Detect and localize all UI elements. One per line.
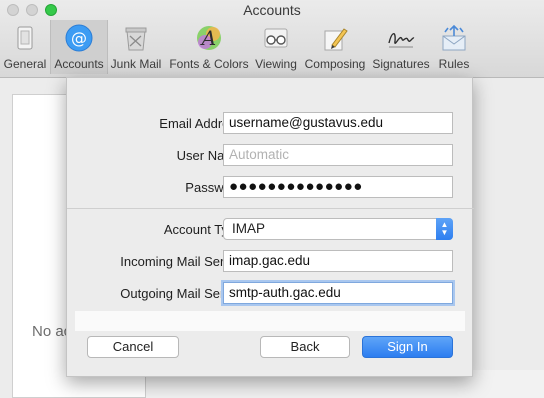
outgoing-server-field[interactable]: smtp-auth.gac.edu: [223, 282, 453, 304]
toolbar-general[interactable]: General: [2, 20, 48, 74]
pencil-icon: [324, 28, 348, 51]
select-stepper-icon: ▲ ▼: [436, 218, 453, 240]
toolbar-accounts-label: Accounts: [54, 57, 104, 71]
toolbar-composing-label: Composing: [304, 57, 366, 71]
toolbar-fonts-colors[interactable]: A Fonts & Colors: [166, 20, 252, 74]
svg-text:A: A: [200, 26, 216, 50]
add-account-sheet: Email Address: username@gustavus.edu Use…: [66, 77, 474, 377]
incoming-server-row: Incoming Mail Server: imap.gac.edu: [67, 250, 474, 274]
incoming-server-field[interactable]: imap.gac.edu: [223, 250, 453, 272]
outgoing-server-row: Outgoing Mail Server: smtp-auth.gac.edu: [67, 282, 474, 306]
account-type-row: Account Type: IMAP ▲ ▼: [67, 218, 474, 242]
at-sign-icon: @: [65, 24, 93, 52]
fonts-colors-icon: A: [197, 26, 221, 50]
toolbar-fonts-colors-label: Fonts & Colors: [169, 57, 249, 71]
window-title: Accounts: [243, 2, 301, 18]
glasses-icon: [264, 28, 288, 48]
toolbar-rules-label: Rules: [438, 57, 470, 71]
svg-text:@: @: [71, 29, 87, 48]
username-row: User Name: Automatic: [67, 144, 474, 168]
cancel-button[interactable]: Cancel: [87, 336, 179, 358]
account-type-select[interactable]: IMAP ▲ ▼: [223, 218, 453, 240]
preferences-toolbar: General @ Accounts Junk Mail A Fonts & C…: [0, 20, 544, 76]
junk-mail-icon: [125, 27, 147, 51]
email-field[interactable]: username@gustavus.edu: [223, 112, 453, 134]
back-button[interactable]: Back: [260, 336, 350, 358]
general-icon: [17, 26, 33, 50]
message-area: [75, 311, 465, 331]
password-row: Password: ●●●●●●●●●●●●●●: [67, 176, 474, 200]
toolbar-composing[interactable]: Composing: [302, 20, 368, 74]
account-type-value: IMAP: [232, 221, 266, 236]
form-divider: [67, 208, 474, 209]
username-field[interactable]: Automatic: [223, 144, 453, 166]
toolbar-general-label: General: [3, 57, 47, 71]
toolbar-signatures-label: Signatures: [372, 57, 430, 71]
toolbar-junk-mail-label: Junk Mail: [110, 57, 162, 71]
toolbar-junk-mail[interactable]: Junk Mail: [108, 20, 164, 74]
toolbar-accounts[interactable]: @ Accounts: [50, 20, 108, 74]
signature-icon: [388, 33, 415, 48]
toolbar-viewing-label: Viewing: [255, 57, 297, 71]
email-row: Email Address: username@gustavus.edu: [67, 112, 474, 136]
rules-icon: [442, 24, 466, 51]
toolbar-signatures[interactable]: Signatures: [370, 20, 432, 74]
toolbar-viewing[interactable]: Viewing: [252, 20, 300, 74]
sign-in-button[interactable]: Sign In: [362, 336, 453, 358]
toolbar-rules[interactable]: Rules: [432, 20, 476, 74]
window-titlebar: Accounts General @ Accounts Junk Mail A …: [0, 0, 544, 78]
password-field[interactable]: ●●●●●●●●●●●●●●: [223, 176, 453, 198]
